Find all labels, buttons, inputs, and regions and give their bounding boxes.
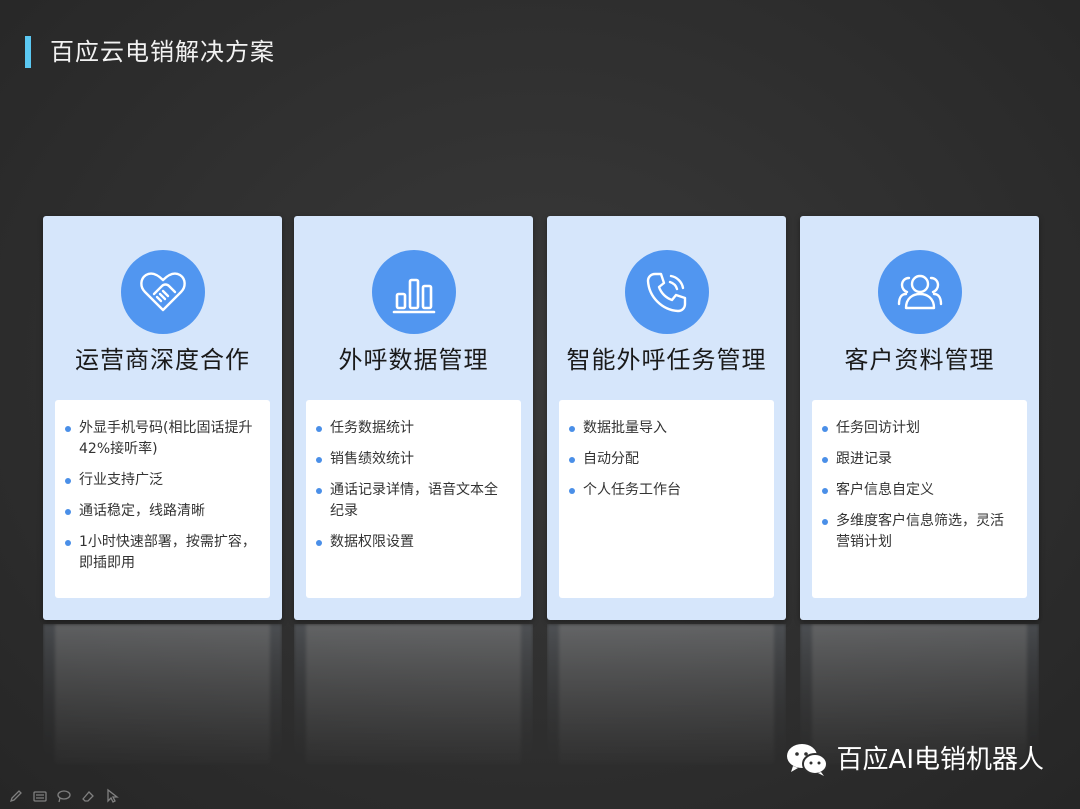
card-outbound-data-management: 外呼数据管理 任务数据统计 销售绩效统计 通话记录详情，语音文本全纪录 数据权限…: [294, 216, 533, 620]
handshake-heart-icon: [120, 250, 205, 334]
list-item: 多维度客户信息筛选，灵活营销计划: [822, 511, 1015, 553]
pen-icon[interactable]: [8, 788, 24, 804]
presentation-toolbar: [8, 788, 120, 804]
card-feature-panel: 外显手机号码(相比固话提升42%接听率) 行业支持广泛 通话稳定，线路清晰 1小…: [55, 400, 270, 598]
watermark-text: 百应AI电销机器人: [836, 745, 1044, 775]
card-title: 运营商深度合作: [75, 346, 250, 374]
lasso-icon[interactable]: [56, 788, 72, 804]
wechat-watermark: 百应AI电销机器人: [785, 742, 1044, 778]
list-item: 跟进记录: [822, 449, 1015, 470]
list-item: 任务数据统计: [316, 418, 509, 439]
eraser-icon[interactable]: [80, 788, 96, 804]
pointer-icon[interactable]: [104, 788, 120, 804]
card-feature-panel: 任务回访计划 跟进记录 客户信息自定义 多维度客户信息筛选，灵活营销计划: [812, 400, 1027, 598]
list-item: 数据权限设置: [316, 532, 509, 553]
solution-cards: 运营商深度合作 外显手机号码(相比固话提升42%接听率) 行业支持广泛 通话稳定…: [0, 0, 1080, 809]
list-item: 行业支持广泛: [65, 470, 258, 491]
card-title: 智能外呼任务管理: [566, 346, 767, 374]
card-carrier-cooperation: 运营商深度合作 外显手机号码(相比固话提升42%接听率) 行业支持广泛 通话稳定…: [43, 216, 282, 620]
card-reflection: [547, 624, 786, 774]
list-item: 客户信息自定义: [822, 480, 1015, 501]
card-reflection: [294, 624, 533, 774]
card-feature-panel: 任务数据统计 销售绩效统计 通话记录详情，语音文本全纪录 数据权限设置: [306, 400, 521, 598]
list-item: 任务回访计划: [822, 418, 1015, 439]
list-item: 销售绩效统计: [316, 449, 509, 470]
phone-call-icon: [624, 250, 709, 334]
card-smart-outbound-tasks: 智能外呼任务管理 数据批量导入 自动分配 个人任务工作台: [547, 216, 786, 620]
list-item: 外显手机号码(相比固话提升42%接听率): [65, 418, 258, 460]
card-customer-data-management: 客户资料管理 任务回访计划 跟进记录 客户信息自定义 多维度客户信息筛选，灵活营…: [800, 216, 1039, 620]
wechat-icon: [786, 744, 828, 776]
card-feature-panel: 数据批量导入 自动分配 个人任务工作台: [559, 400, 774, 598]
keyboard-icon[interactable]: [32, 788, 48, 804]
list-item: 自动分配: [569, 449, 762, 470]
card-title: 外呼数据管理: [338, 346, 489, 374]
list-item: 通话稳定，线路清晰: [65, 501, 258, 522]
list-item: 个人任务工作台: [569, 480, 762, 501]
list-item: 数据批量导入: [569, 418, 762, 439]
card-title: 客户资料管理: [844, 346, 995, 374]
list-item: 1小时快速部署，按需扩容，即插即用: [65, 532, 258, 574]
users-group-icon: [877, 250, 962, 334]
bar-chart-icon: [371, 250, 456, 334]
card-reflection: [43, 624, 282, 774]
list-item: 通话记录详情，语音文本全纪录: [316, 480, 509, 522]
